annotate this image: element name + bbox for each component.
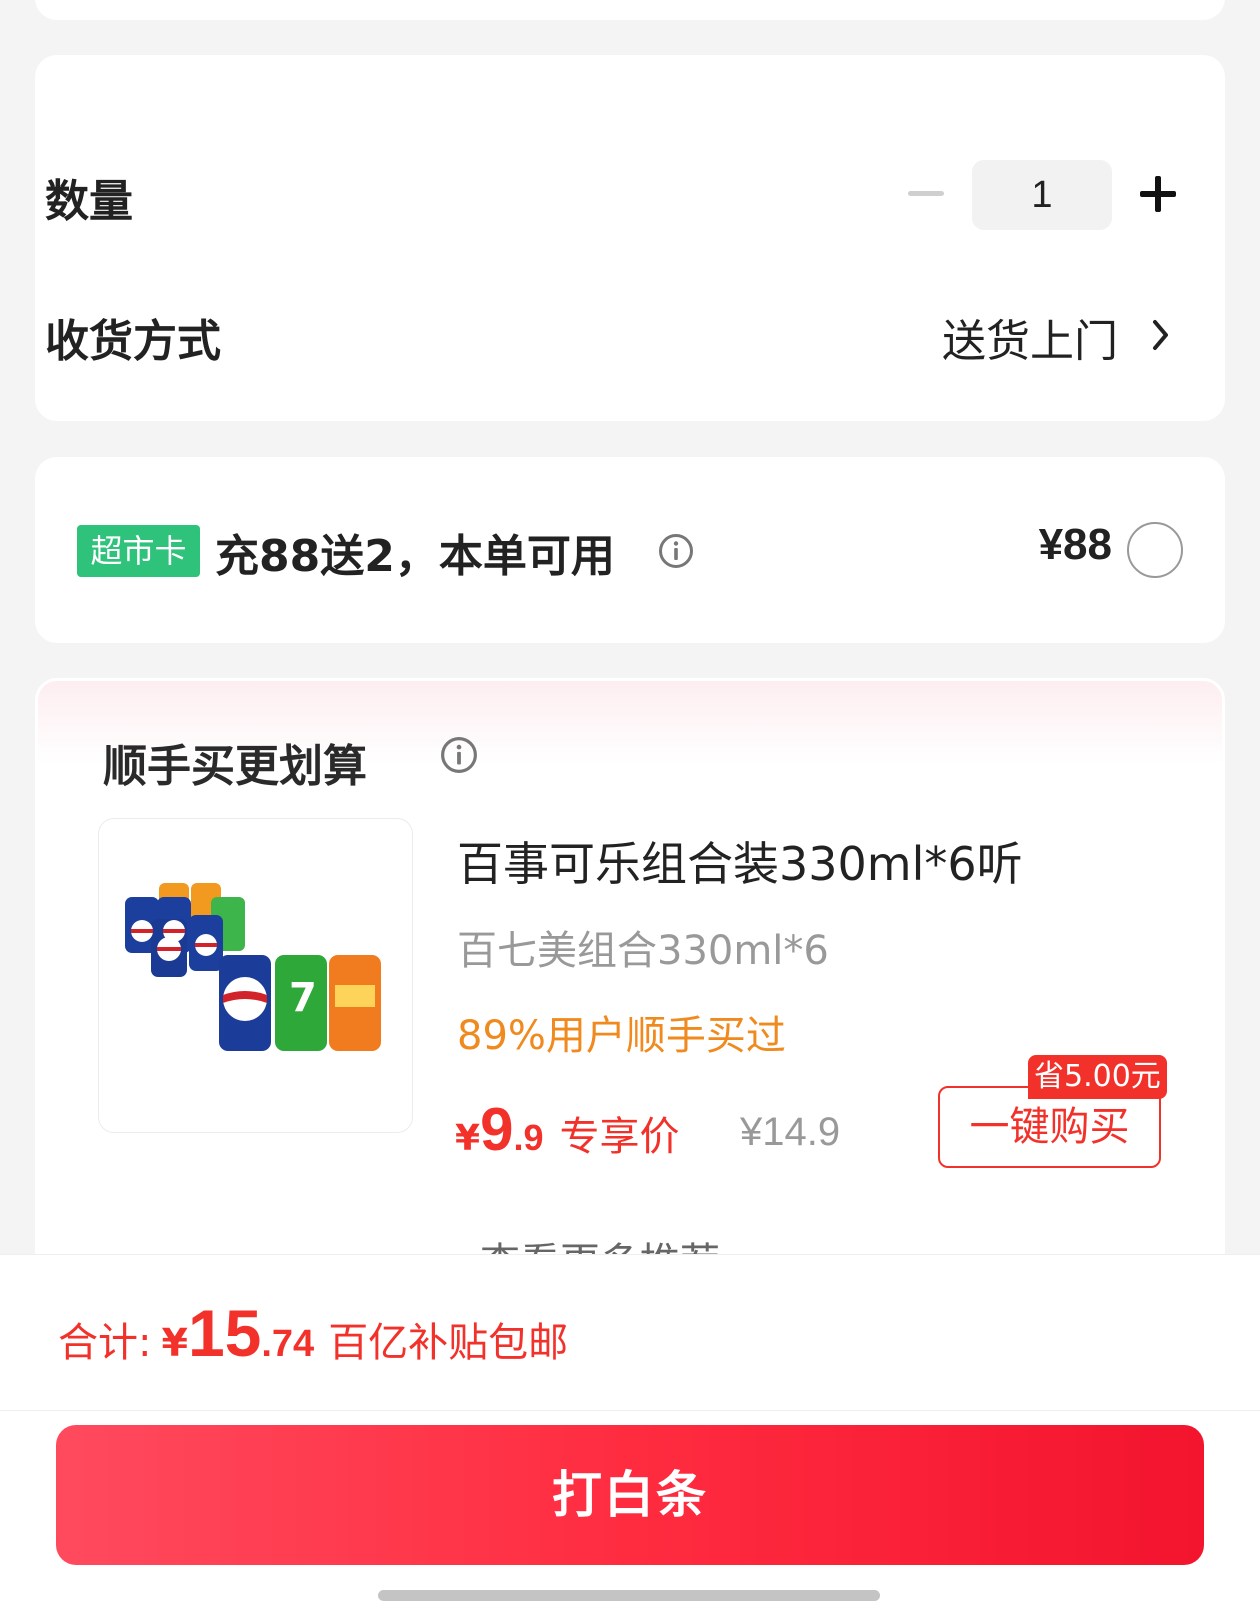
chevron-right-icon[interactable] [1150, 318, 1172, 352]
plus-icon[interactable] [1140, 176, 1176, 212]
product-name[interactable]: 百事可乐组合装330ml*6听 [457, 828, 1023, 894]
shipping-method-label: 收货方式 [45, 316, 221, 367]
divider [0, 1410, 1260, 1411]
total-integer: 15 [187, 1296, 262, 1370]
price-integer: 9 [480, 1096, 514, 1163]
card-offer-price: ¥88 [1038, 520, 1112, 569]
total-decimal: .74 [261, 1323, 315, 1365]
product-popularity: 89%用户顺手买过 [457, 1013, 786, 1059]
recommendation-title: 顺手买更划算 [103, 741, 367, 792]
pay-with-baitiao-button[interactable]: 打白条 [56, 1425, 1204, 1565]
order-total: 合计: ¥15.74 百亿补贴包邮 [58, 1295, 568, 1371]
price-tag: 专享价 [559, 1114, 680, 1160]
original-price: ¥14.9 [740, 1110, 841, 1154]
total-currency: ¥ [161, 1321, 188, 1365]
shipping-method-value[interactable]: 送货上门 [942, 305, 1118, 369]
supermarket-card-badge: 超市卡 [77, 525, 200, 577]
quantity-field[interactable]: 1 [972, 160, 1112, 230]
info-icon[interactable] [658, 533, 694, 569]
price-currency: ¥ [455, 1118, 481, 1159]
product-image[interactable]: 7 [98, 818, 413, 1133]
price-decimal: .9 [513, 1117, 544, 1158]
info-icon[interactable] [440, 736, 478, 774]
card-offer-text: 充88送2，本单可用 [215, 531, 615, 582]
radio-icon[interactable] [1127, 522, 1183, 578]
previous-card [35, 0, 1225, 20]
quantity-label: 数量 [45, 176, 133, 227]
svg-text:7: 7 [289, 975, 317, 1021]
product-spec: 百七美组合330ml*6 [457, 928, 829, 974]
product-price: ¥9.9 专享价 [455, 1095, 679, 1164]
home-indicator[interactable] [378, 1590, 880, 1601]
total-label: 合计: [58, 1320, 152, 1366]
minus-icon[interactable] [908, 191, 944, 196]
savings-badge: 省5.00元 [1028, 1055, 1167, 1099]
subsidy-note: 百亿补贴包邮 [328, 1320, 569, 1366]
